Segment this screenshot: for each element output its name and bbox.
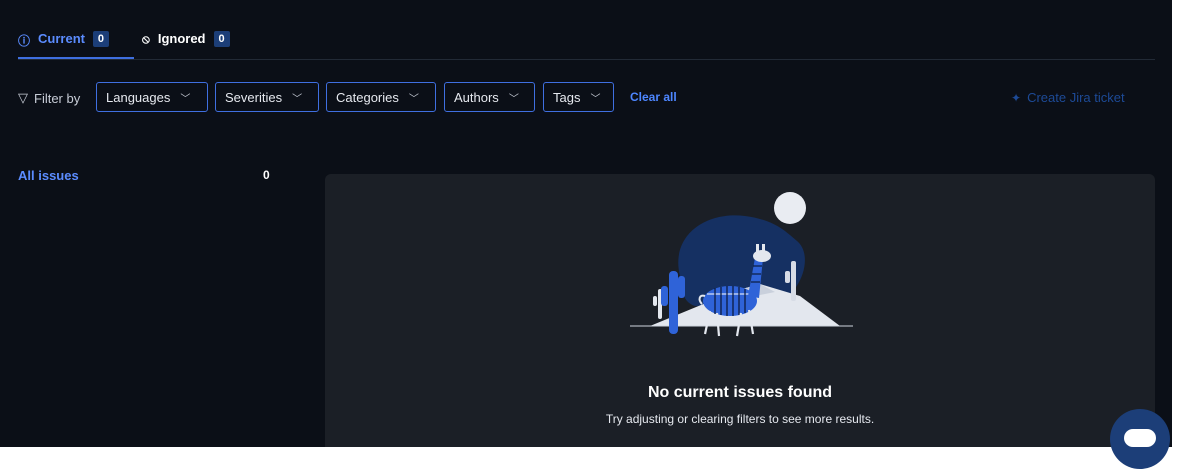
severities-filter-label: Severities bbox=[225, 89, 283, 105]
languages-filter-button[interactable]: Languages ﹀ bbox=[96, 82, 208, 112]
empty-state-subtitle: Try adjusting or clearing filters to see… bbox=[605, 412, 875, 426]
funnel-icon: ▽ bbox=[18, 90, 28, 105]
tab-ignored-label: Ignored bbox=[157, 31, 206, 46]
chevron-down-icon: ﹀ bbox=[292, 93, 303, 105]
authors-filter-button[interactable]: Authors ﹀ bbox=[444, 82, 535, 112]
all-issues-link[interactable]: All issues bbox=[18, 168, 79, 183]
categories-filter-button[interactable]: Categories ﹀ bbox=[326, 82, 436, 112]
chat-launcher-button[interactable] bbox=[1110, 409, 1170, 469]
chevron-down-icon: ﹀ bbox=[508, 93, 519, 105]
app-window: ⓘ Current 0 ⦸ Ignored 0 ▽ Filter by Lang… bbox=[0, 0, 1172, 469]
issue-tabs: ⓘ Current 0 ⦸ Ignored 0 bbox=[18, 22, 1155, 60]
tab-ignored[interactable]: ⦸ Ignored 0 bbox=[142, 31, 230, 59]
filter-by-text: Filter by bbox=[34, 90, 81, 106]
tab-current-count: 0 bbox=[92, 31, 109, 47]
tab-current-label: Current bbox=[38, 31, 85, 46]
all-issues-count: 0 bbox=[263, 168, 270, 182]
info-circle-icon: ⓘ bbox=[18, 34, 31, 48]
desert-llama-illustration bbox=[630, 192, 853, 337]
tags-filter-button[interactable]: Tags ﹀ bbox=[543, 82, 614, 112]
create-jira-ticket-label: Create Jira ticket bbox=[1027, 90, 1125, 105]
issues-panel: No current issues found Try adjusting or… bbox=[325, 174, 1155, 447]
categories-filter-label: Categories bbox=[336, 89, 399, 105]
tags-filter-label: Tags bbox=[553, 89, 581, 105]
authors-filter-label: Authors bbox=[454, 89, 499, 105]
chevron-down-icon: ﹀ bbox=[408, 93, 419, 105]
clear-all-link[interactable]: Clear all bbox=[630, 90, 677, 104]
tab-ignored-count: 0 bbox=[213, 31, 230, 47]
languages-filter-label: Languages bbox=[106, 89, 171, 105]
chevron-down-icon: ﹀ bbox=[180, 93, 191, 105]
empty-state-title: No current issues found bbox=[647, 384, 833, 401]
chat-icon bbox=[1124, 429, 1156, 447]
tab-current[interactable]: ⓘ Current 0 bbox=[18, 31, 134, 59]
severities-filter-button[interactable]: Severities ﹀ bbox=[215, 82, 319, 112]
create-jira-ticket-button[interactable]: ✦ Create Jira ticket bbox=[1011, 90, 1125, 105]
ban-icon: ⦸ bbox=[142, 32, 150, 46]
filter-by-label: ▽ Filter by bbox=[18, 90, 80, 106]
chevron-down-icon: ﹀ bbox=[590, 93, 601, 105]
jira-icon: ✦ bbox=[1011, 90, 1022, 105]
